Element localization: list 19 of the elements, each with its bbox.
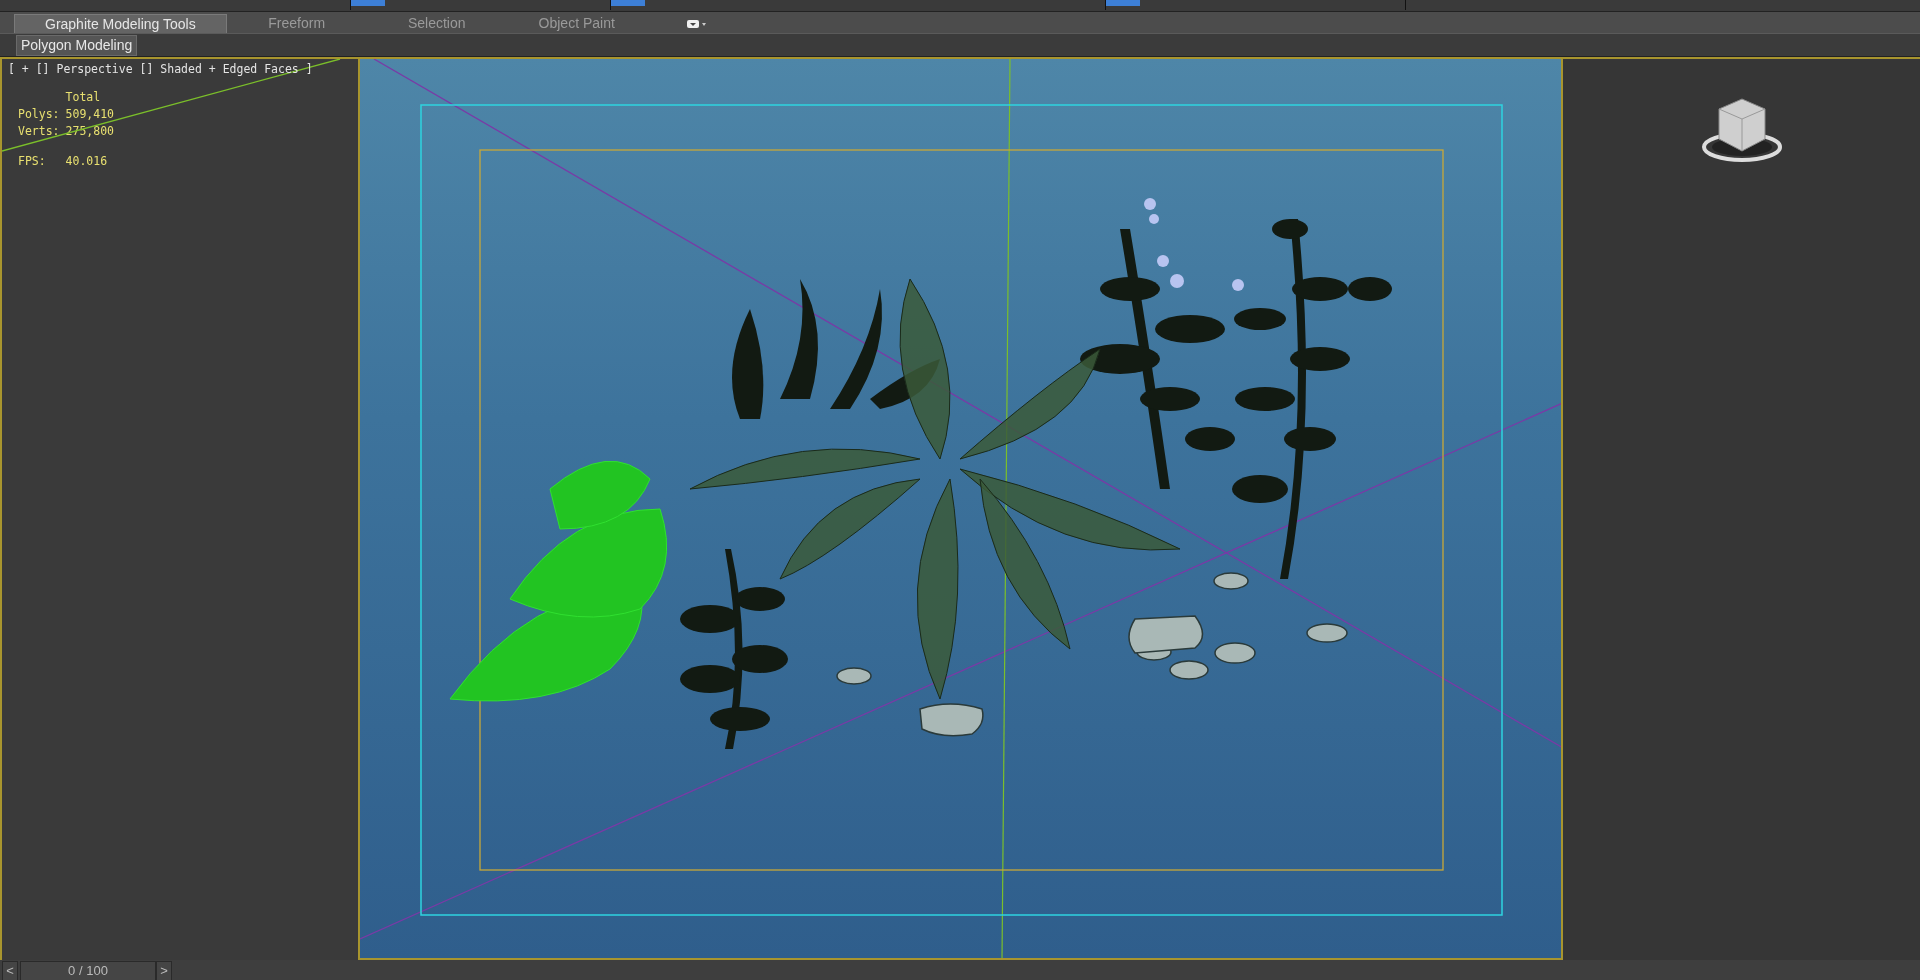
ribbon-tab[interactable]: Graphite Modeling Tools bbox=[14, 14, 227, 33]
fps-value: 40.016 bbox=[65, 154, 109, 168]
ribbon-tab[interactable]: Freeform bbox=[226, 14, 367, 33]
ribbon-tab[interactable]: Object Paint bbox=[506, 14, 647, 33]
time-slider-thumb[interactable]: 0 / 100 bbox=[20, 961, 156, 980]
next-frame-button[interactable]: > bbox=[156, 961, 172, 980]
ribbon-tab[interactable]: Selection bbox=[366, 14, 507, 33]
ribbon-panel-label[interactable]: Polygon Modeling bbox=[16, 34, 138, 56]
stat-label: Verts: bbox=[18, 124, 60, 138]
viewport-label[interactable]: [ + [] Perspective [] Shaded + Edged Faces ] bbox=[8, 62, 313, 76]
toolbar-icon[interactable] bbox=[611, 0, 645, 6]
toolbar-icon[interactable] bbox=[351, 0, 385, 6]
previous-frame-button[interactable]: < bbox=[2, 961, 18, 980]
stat-label: Polys: bbox=[18, 107, 60, 121]
fps-label: FPS: bbox=[18, 154, 47, 168]
stat-value: 275,800 bbox=[65, 124, 114, 138]
stat-value: 509,410 bbox=[65, 107, 114, 121]
stats-header: Total bbox=[65, 90, 102, 104]
toolbar-icon[interactable] bbox=[1106, 0, 1140, 6]
